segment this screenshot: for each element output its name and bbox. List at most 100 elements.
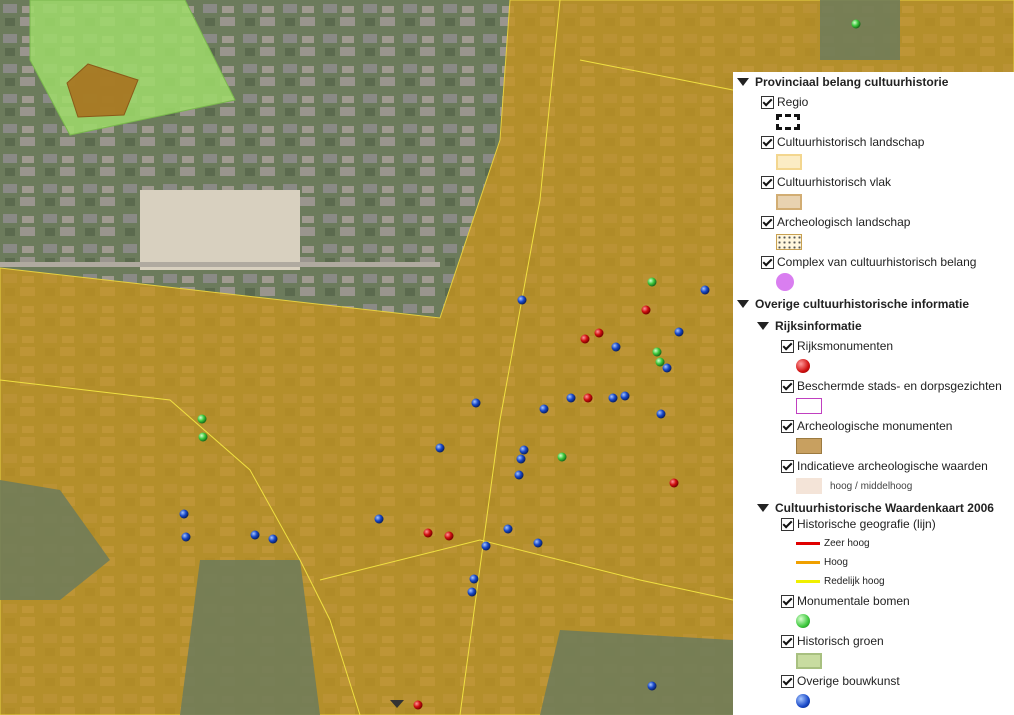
checkbox-checked-icon[interactable] <box>761 95 774 109</box>
legend-item-historisch-groen[interactable]: Historisch groen <box>781 633 1010 649</box>
blue-marker-icon[interactable] <box>674 327 684 337</box>
legend-subgroup-waardenkaart[interactable]: Cultuurhistorische Waardenkaart 2006 <box>757 500 1010 516</box>
legend-item-rijksmonumenten[interactable]: Rijksmonumenten <box>781 338 1010 354</box>
red-pin-icon <box>796 359 810 373</box>
checkbox-checked-icon[interactable] <box>781 419 794 433</box>
indicatieve-swatch-icon <box>796 478 822 494</box>
checkbox-checked-icon[interactable] <box>781 634 794 648</box>
archeologisch-landschap-swatch-icon <box>776 234 802 250</box>
regio-swatch-icon <box>776 114 800 130</box>
blue-marker-icon[interactable] <box>179 509 189 519</box>
red-marker-icon[interactable] <box>444 531 454 541</box>
legend-group-provinciaal[interactable]: Provinciaal belang cultuurhistorie <box>737 74 1010 90</box>
blue-marker-icon[interactable] <box>471 398 481 408</box>
legend-subgroup-rijksinformatie[interactable]: Rijksinformatie <box>757 318 1010 334</box>
blue-marker-icon[interactable] <box>656 409 666 419</box>
legend-item-label: Rijksmonumenten <box>797 339 894 353</box>
legend-item-label: Archeologische monumenten <box>797 419 953 433</box>
green-marker-icon[interactable] <box>851 19 861 29</box>
checkbox-checked-icon[interactable] <box>781 517 794 531</box>
blue-marker-icon[interactable] <box>516 454 526 464</box>
legend-item-archeologische-monumenten[interactable]: Archeologische monumenten <box>781 418 1010 434</box>
checkbox-checked-icon[interactable] <box>781 459 794 473</box>
blue-marker-icon[interactable] <box>467 587 477 597</box>
blue-marker-icon[interactable] <box>566 393 576 403</box>
blue-marker-icon[interactable] <box>181 532 191 542</box>
legend-item-label: Indicatieve archeologische waarden <box>797 459 988 473</box>
red-marker-icon[interactable] <box>580 334 590 344</box>
legend-item-monumentale-bomen[interactable]: Monumentale bomen <box>781 593 1010 609</box>
blue-marker-icon[interactable] <box>539 404 549 414</box>
blue-marker-icon[interactable] <box>608 393 618 403</box>
red-marker-icon[interactable] <box>583 393 593 403</box>
legend-item-regio[interactable]: Regio <box>761 94 1010 110</box>
legend-subgroup-title: Rijksinformatie <box>775 319 862 333</box>
blue-marker-icon[interactable] <box>647 681 657 691</box>
checkbox-checked-icon[interactable] <box>781 594 794 608</box>
red-marker-icon[interactable] <box>669 478 679 488</box>
legend-item-label: Overige bouwkunst <box>797 674 900 688</box>
triangle-down-icon[interactable] <box>757 504 769 512</box>
red-marker-icon[interactable] <box>423 528 433 538</box>
blue-marker-icon[interactable] <box>481 541 491 551</box>
legend-item-overige-bouwkunst[interactable]: Overige bouwkunst <box>781 673 1010 689</box>
landschap-swatch-icon <box>776 154 802 170</box>
legend-item-complex[interactable]: Complex van cultuurhistorisch belang <box>761 254 1010 270</box>
blue-marker-icon[interactable] <box>517 295 527 305</box>
green-marker-icon[interactable] <box>197 414 207 424</box>
green-marker-icon[interactable] <box>647 277 657 287</box>
blue-marker-icon[interactable] <box>611 342 621 352</box>
green-marker-icon[interactable] <box>652 347 662 357</box>
green-marker-icon[interactable] <box>557 452 567 462</box>
checkbox-checked-icon[interactable] <box>761 135 774 149</box>
green-marker-icon[interactable] <box>198 432 208 442</box>
blue-marker-icon[interactable] <box>620 391 630 401</box>
blue-marker-icon[interactable] <box>700 285 710 295</box>
blue-marker-icon[interactable] <box>469 574 479 584</box>
blue-marker-icon[interactable] <box>503 524 513 534</box>
checkbox-checked-icon[interactable] <box>781 379 794 393</box>
legend-item-beschermde-gezichten[interactable]: Beschermde stads- en dorpsgezichten <box>781 378 1010 394</box>
blue-marker-icon[interactable] <box>250 530 260 540</box>
legend-item-indicatieve-waarden[interactable]: Indicatieve archeologische waarden <box>781 458 1010 474</box>
blue-marker-icon[interactable] <box>268 534 278 544</box>
legend-group-title: Overige cultuurhistorische informatie <box>755 297 970 311</box>
checkbox-checked-icon[interactable] <box>761 255 774 269</box>
legend-item-historische-geografie[interactable]: Historische geografie (lijn) <box>781 516 1010 532</box>
line-legend-zeer-hoog: Zeer hoog <box>796 534 1010 553</box>
legend-item-cultuurhistorisch-vlak[interactable]: Cultuurhistorisch vlak <box>761 174 1010 190</box>
red-marker-icon[interactable] <box>641 305 651 315</box>
red-marker-icon[interactable] <box>413 700 423 710</box>
legend-item-label: Regio <box>777 95 809 109</box>
checkbox-checked-icon[interactable] <box>761 215 774 229</box>
collapse-arrow-icon[interactable] <box>390 700 404 708</box>
legend-item-cultuurhistorisch-landschap[interactable]: Cultuurhistorisch landschap <box>761 134 1010 150</box>
blue-marker-icon[interactable] <box>533 538 543 548</box>
blue-marker-icon[interactable] <box>519 445 529 455</box>
blue-marker-icon[interactable] <box>514 470 524 480</box>
blue-marker-icon[interactable] <box>374 514 384 524</box>
legend-panel[interactable]: Provinciaal belang cultuurhistorie Regio… <box>733 72 1014 715</box>
checkbox-checked-icon[interactable] <box>781 674 794 688</box>
blue-marker-icon[interactable] <box>662 363 672 373</box>
green-marker-icon[interactable] <box>655 357 665 367</box>
legend-item-archeologisch-landschap[interactable]: Archeologisch landschap <box>761 214 1010 230</box>
red-marker-icon[interactable] <box>594 328 604 338</box>
triangle-down-icon[interactable] <box>737 78 749 86</box>
legend-item-label: Historisch groen <box>797 634 884 648</box>
triangle-down-icon[interactable] <box>757 322 769 330</box>
map-overlay-cutout <box>540 630 733 715</box>
legend-group-overige[interactable]: Overige cultuurhistorische informatie <box>737 296 1010 312</box>
map-overlay-cutout <box>820 0 900 60</box>
green-pin-icon <box>796 614 810 628</box>
blue-marker-icon[interactable] <box>435 443 445 453</box>
checkbox-checked-icon[interactable] <box>781 339 794 353</box>
legend-sublabel: hoog / middelhoog <box>830 480 913 492</box>
legend-item-label: Cultuurhistorisch landschap <box>777 135 925 149</box>
checkbox-checked-icon[interactable] <box>761 175 774 189</box>
complex-circle-icon <box>776 273 794 291</box>
line-legend-hoog: Hoog <box>796 553 1010 572</box>
archeologische-monumenten-swatch-icon <box>796 438 822 454</box>
triangle-down-icon[interactable] <box>737 300 749 308</box>
legend-subgroup-title: Cultuurhistorische Waardenkaart 2006 <box>775 501 994 515</box>
